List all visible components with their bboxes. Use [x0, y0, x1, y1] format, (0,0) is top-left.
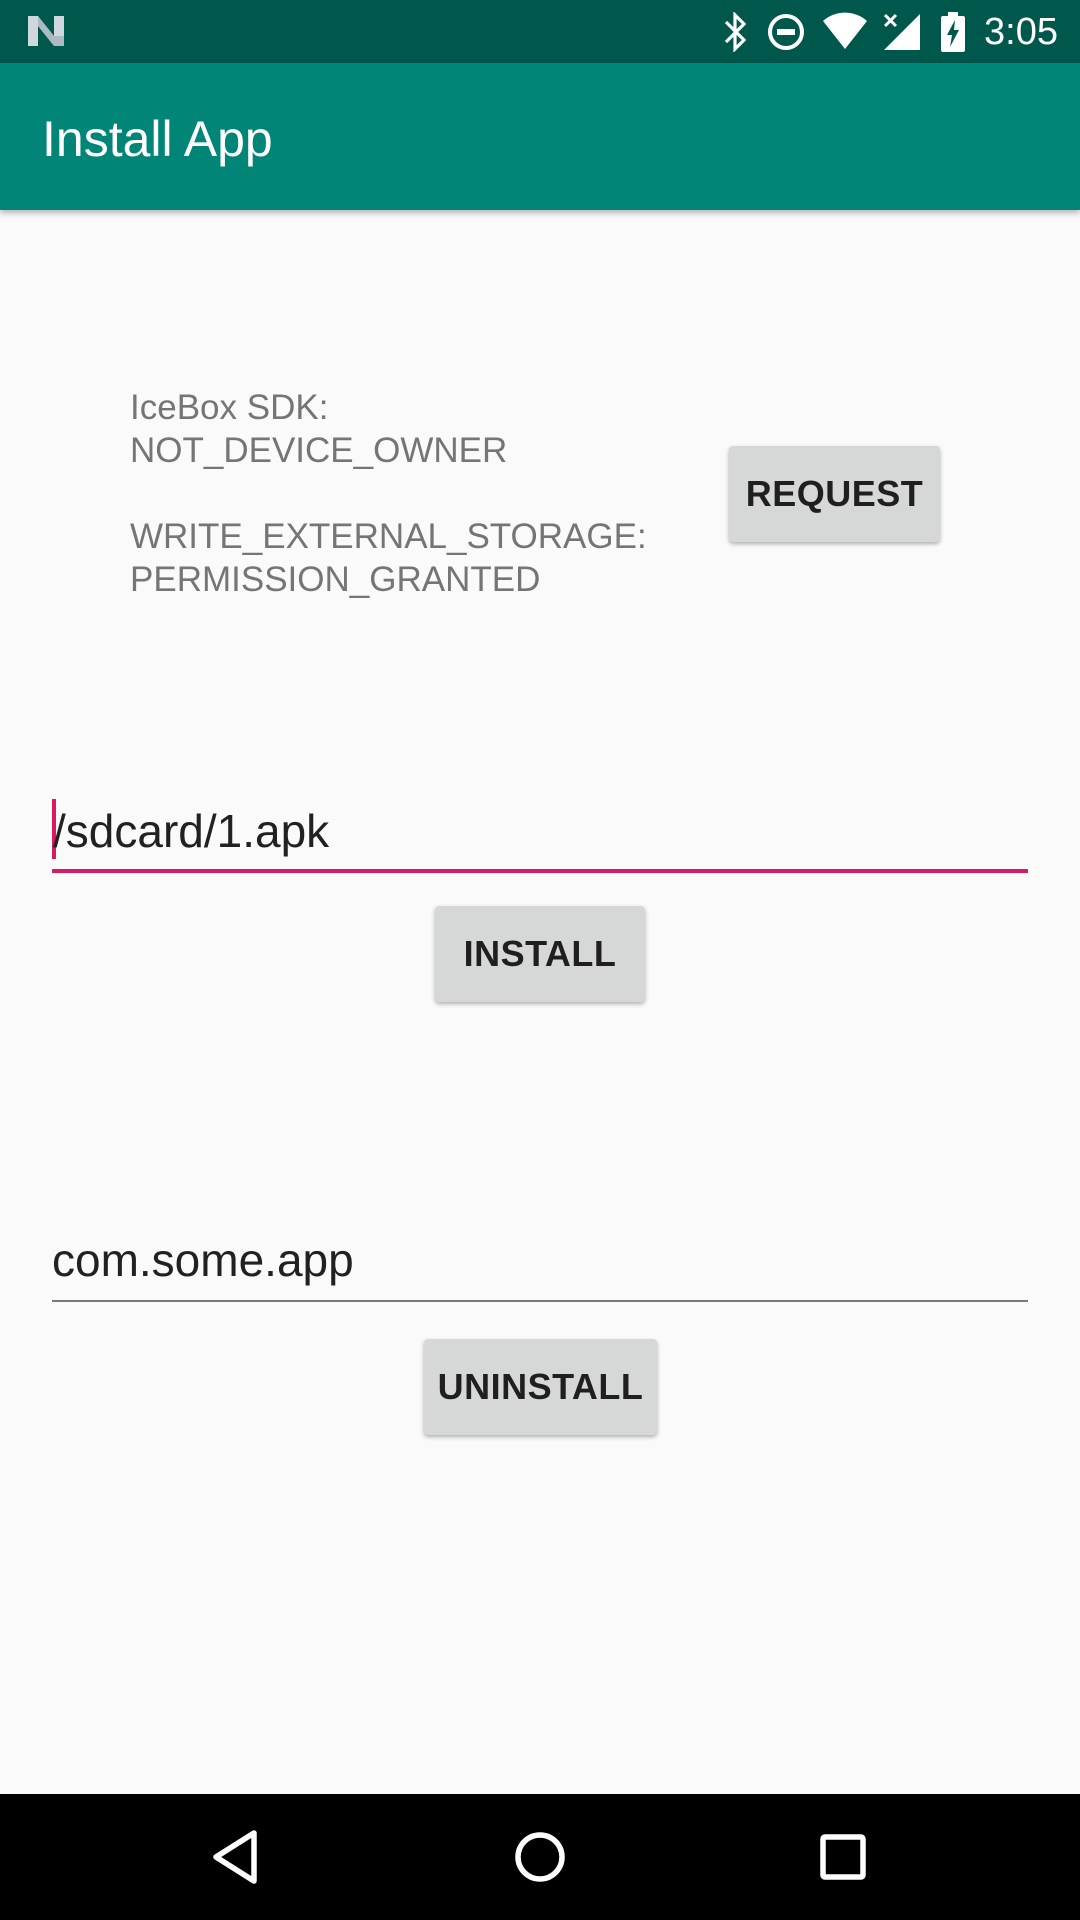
navigation-bar [0, 1794, 1080, 1920]
field-underline [52, 1300, 1028, 1302]
status-text: IceBox SDK: NOT_DEVICE_OWNER WRITE_EXTER… [130, 386, 690, 601]
app-bar: Install App [0, 63, 1080, 210]
request-button[interactable]: REQUEST [729, 446, 940, 542]
package-name-value: com.some.app [52, 1234, 354, 1286]
recents-icon[interactable] [810, 1824, 876, 1890]
bluetooth-icon [724, 12, 747, 52]
wifi-icon [823, 12, 867, 49]
sdk-label: IceBox SDK: [130, 388, 329, 427]
do-not-disturb-icon [768, 14, 804, 50]
sdk-value: NOT_DEVICE_OWNER [130, 431, 508, 470]
cell-signal-icon [883, 13, 920, 50]
package-name-field[interactable]: com.some.app [52, 1222, 1028, 1302]
home-icon[interactable] [507, 1824, 573, 1890]
battery-charging-icon [941, 12, 965, 52]
field-underline [52, 869, 1028, 873]
apk-path-value: /sdcard/1.apk [53, 805, 330, 857]
storage-value: PERMISSION_GRANTED [130, 560, 541, 599]
back-icon[interactable] [204, 1824, 270, 1890]
uninstall-button[interactable]: UNINSTALL [424, 1339, 657, 1435]
status-time: 3:05 [984, 11, 1058, 53]
status-bar: 3:05 [0, 0, 1080, 63]
storage-label: WRITE_EXTERNAL_STORAGE: [130, 517, 647, 556]
install-button[interactable]: INSTALL [435, 906, 645, 1002]
n-logo-icon [28, 16, 64, 46]
app-title: Install App [42, 111, 273, 167]
apk-path-field[interactable]: /sdcard/1.apk [52, 793, 1028, 873]
